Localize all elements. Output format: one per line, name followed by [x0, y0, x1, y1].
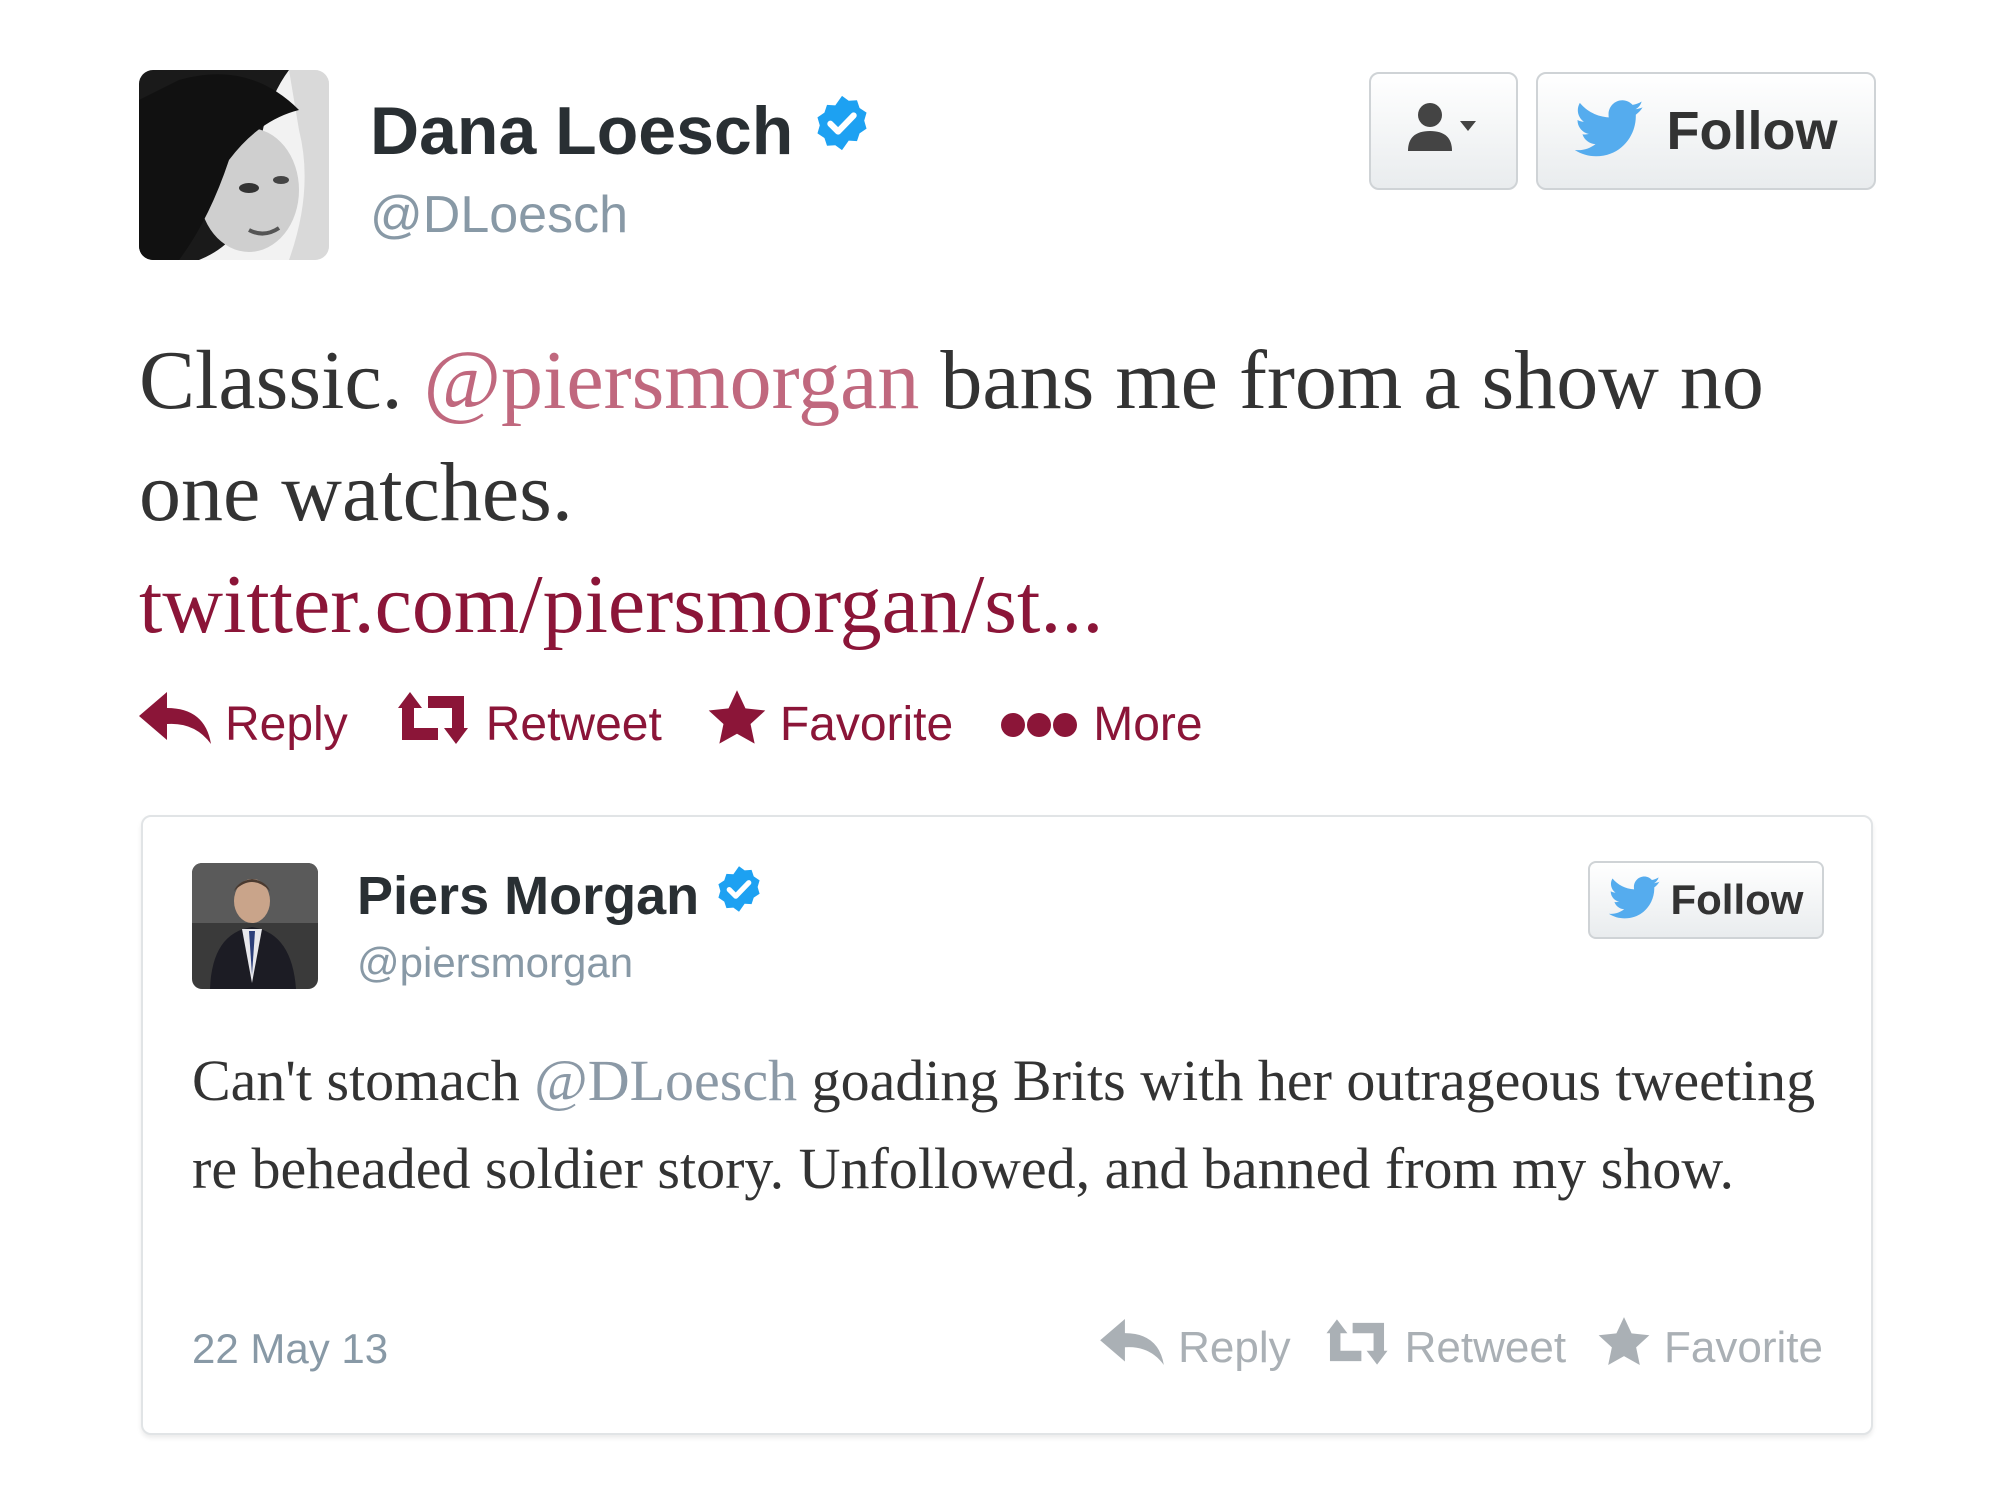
quoted-reply-label: Reply	[1178, 1322, 1291, 1372]
follow-button[interactable]: Follow	[1536, 72, 1876, 190]
more-label: More	[1093, 697, 1203, 751]
reply-icon	[139, 692, 211, 756]
quoted-retweet-label: Retweet	[1404, 1322, 1567, 1372]
verified-badge-icon	[713, 863, 765, 928]
quoted-display-name-text[interactable]: Piers Morgan	[357, 865, 699, 927]
quoted-favorite-label: Favorite	[1664, 1322, 1823, 1372]
verified-badge-icon	[811, 92, 873, 170]
display-name[interactable]: Dana Loesch	[370, 92, 873, 170]
user-actions-dropdown-button[interactable]	[1369, 72, 1518, 190]
avatar-image	[139, 70, 329, 260]
favorite-star-icon	[708, 690, 766, 758]
quoted-text-part: Can't stomach	[192, 1048, 535, 1113]
quoted-follow-label: Follow	[1670, 876, 1804, 923]
quoted-user-handle[interactable]: @piersmorgan	[357, 939, 633, 987]
favorite-star-icon	[1598, 1317, 1650, 1378]
quoted-reply-action[interactable]: Reply	[1100, 1319, 1291, 1376]
tweet-url-link[interactable]: twitter.com/piersmorgan/st...	[139, 558, 1103, 651]
favorite-label: Favorite	[779, 697, 954, 751]
follow-button-label: Follow	[1666, 101, 1838, 161]
user-handle[interactable]: @DLoesch	[370, 185, 628, 245]
avatar-dana-loesch[interactable]	[139, 70, 329, 260]
reply-label: Reply	[225, 697, 348, 751]
tweet-date[interactable]: 22 May 13	[192, 1325, 388, 1373]
twitter-bird-icon	[1574, 99, 1645, 163]
retweet-label: Retweet	[485, 697, 662, 751]
quoted-mention-link[interactable]: @DLoesch	[534, 1048, 797, 1113]
reply-icon	[1100, 1319, 1164, 1376]
favorite-action[interactable]: Favorite	[708, 690, 953, 758]
tweet-text: Classic. @piersmorgan bans me from a sho…	[139, 325, 1899, 661]
avatar-image	[192, 863, 318, 989]
more-dots-icon	[999, 697, 1079, 752]
quoted-display-name[interactable]: Piers Morgan	[357, 863, 765, 928]
more-action[interactable]: More	[999, 697, 1203, 752]
retweet-icon	[1323, 1319, 1391, 1376]
quoted-tweet-actions: Reply Retweet Favorite	[1068, 1317, 1823, 1378]
quoted-favorite-action[interactable]: Favorite	[1598, 1317, 1823, 1378]
quoted-tweet-text: Can't stomach @DLoesch goading Brits wit…	[192, 1037, 1832, 1213]
reply-action[interactable]: Reply	[139, 692, 348, 756]
display-name-text[interactable]: Dana Loesch	[370, 92, 793, 170]
twitter-bird-icon	[1608, 876, 1661, 925]
retweet-action[interactable]: Retweet	[394, 692, 662, 756]
tweet-text-part: Classic.	[139, 334, 424, 427]
mention-link[interactable]: @piersmorgan	[424, 334, 920, 427]
avatar-piers-morgan[interactable]	[192, 863, 318, 989]
quoted-follow-button[interactable]: Follow	[1588, 861, 1824, 939]
retweet-icon	[394, 692, 472, 756]
tweet-actions: Reply Retweet Favorite More	[139, 690, 1249, 758]
embedded-tweet-card[interactable]: Piers Morgan @piersmorgan Follow Can't s…	[141, 815, 1873, 1435]
quoted-retweet-action[interactable]: Retweet	[1323, 1319, 1566, 1376]
user-dropdown-icon	[1404, 99, 1484, 164]
